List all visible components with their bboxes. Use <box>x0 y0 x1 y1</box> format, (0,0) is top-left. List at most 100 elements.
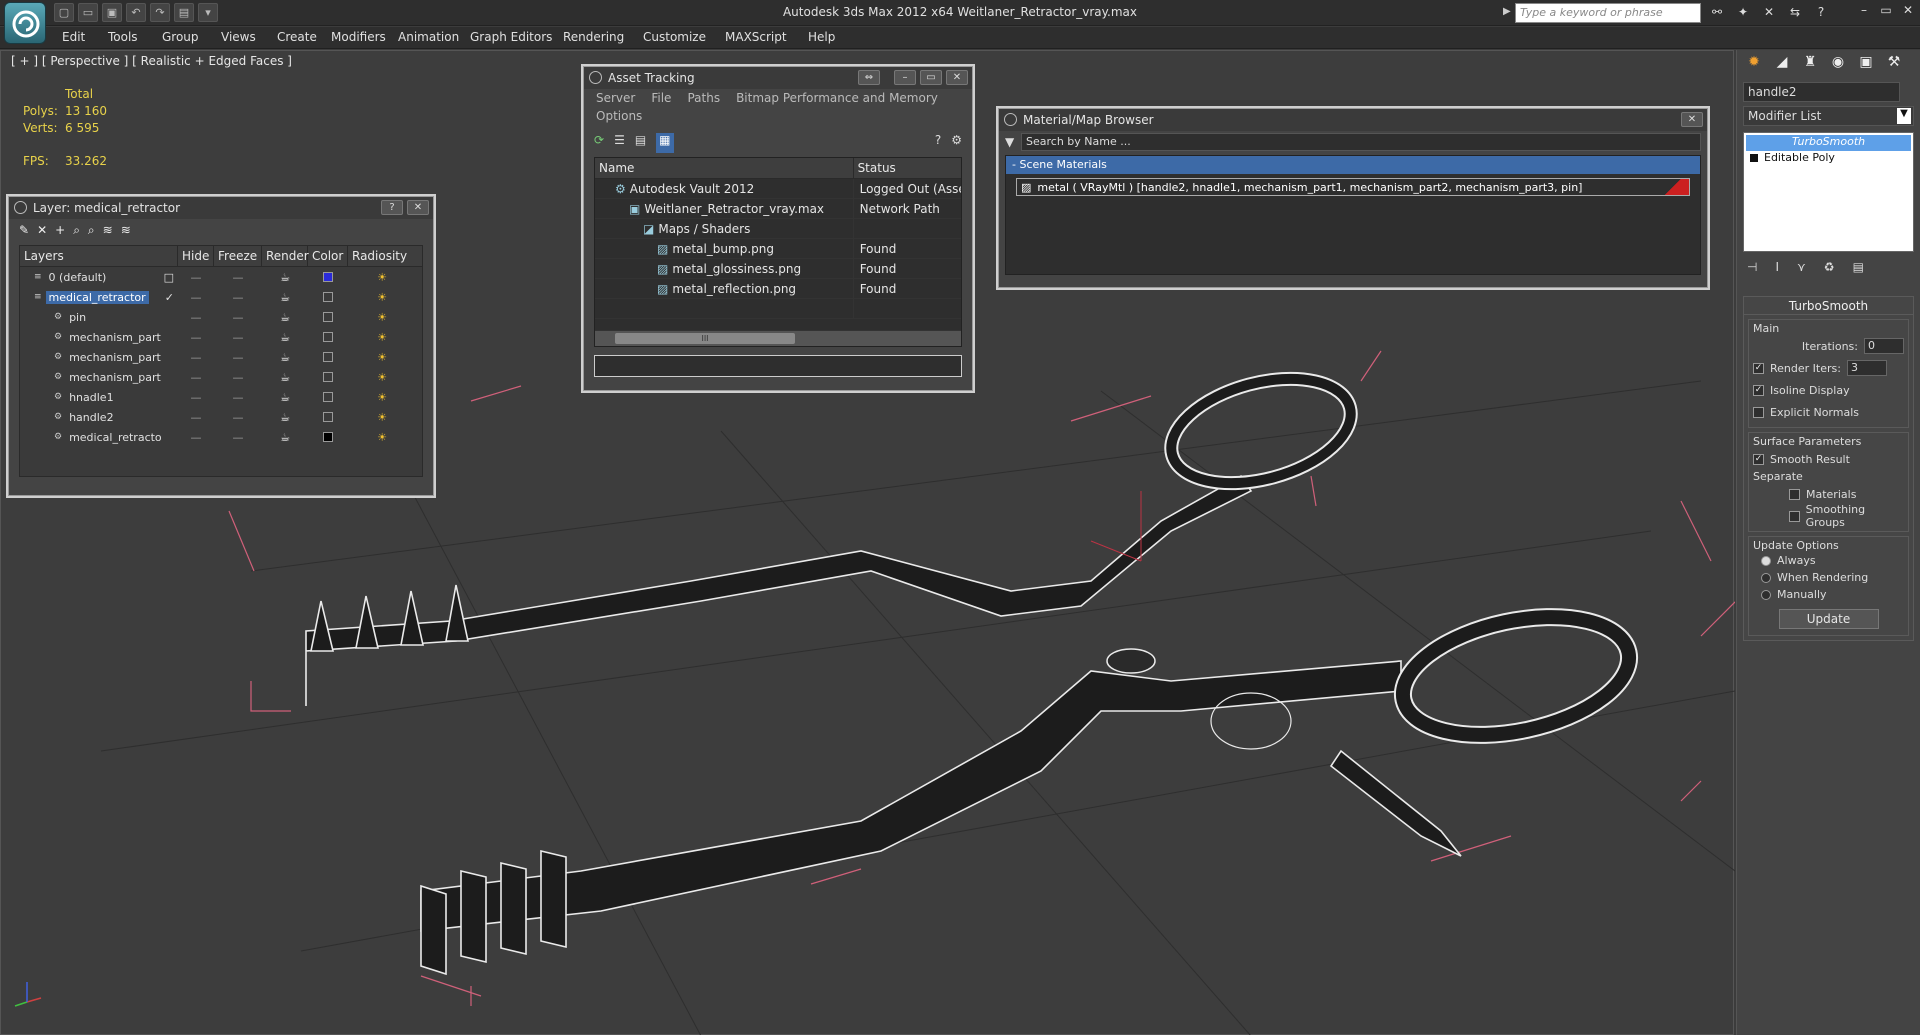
smoothing-groups-checkbox[interactable] <box>1789 510 1800 522</box>
layer-color-cell[interactable] <box>308 432 348 442</box>
search-input[interactable]: Type a keyword or phrase <box>1515 3 1701 23</box>
close-icon[interactable]: ✕ <box>1900 3 1916 19</box>
render-teapot-icon[interactable]: ☕ <box>262 431 308 444</box>
col-color[interactable]: Color <box>308 246 348 266</box>
menu-help[interactable]: Help <box>808 30 835 44</box>
layer-name-cell[interactable]: ⚙ mechanism_part <box>20 331 178 344</box>
asset-restore-icon[interactable]: ⇔ <box>858 70 880 85</box>
menu-maxscript[interactable]: MAXScript <box>725 30 787 44</box>
render-iters-spinner[interactable]: 3 <box>1846 360 1887 376</box>
material-close-icon[interactable]: ✕ <box>1681 112 1703 127</box>
always-radio[interactable] <box>1761 555 1771 566</box>
col-hide[interactable]: Hide <box>178 246 214 266</box>
table-view-icon[interactable]: ▦ <box>656 133 674 153</box>
render-iters-checkbox[interactable]: ✓ <box>1753 362 1764 374</box>
layer-color-swatch[interactable] <box>323 292 333 302</box>
stack-item-turbosmooth[interactable]: TurboSmooth <box>1746 135 1911 151</box>
when-rendering-radio[interactable] <box>1761 572 1771 583</box>
render-teapot-icon[interactable]: ☕ <box>262 271 308 284</box>
menu-edit[interactable]: Edit <box>62 30 85 44</box>
subscription-icon[interactable]: ✦ <box>1732 3 1754 22</box>
help-icon[interactable]: ? <box>1810 3 1832 22</box>
layer-color-swatch[interactable] <box>323 412 333 422</box>
create-layer-icon[interactable]: ✎ <box>19 223 29 241</box>
freeze-all-icon[interactable]: ≋ <box>121 223 131 241</box>
hide-toggle-icon[interactable]: — <box>178 431 214 444</box>
materials-checkbox[interactable] <box>1789 488 1800 500</box>
asset-row[interactable]: ▨ metal_reflection.png Found <box>595 278 961 299</box>
smooth-result-checkbox[interactable]: ✓ <box>1753 453 1764 465</box>
asset-row[interactable]: ▨ metal_bump.png Found <box>595 238 961 259</box>
layer-color-swatch[interactable] <box>323 332 333 342</box>
exchange-icon[interactable]: ⇆ <box>1784 3 1806 22</box>
tools-icon[interactable]: ✕ <box>1758 3 1780 22</box>
freeze-toggle-icon[interactable]: — <box>214 391 262 404</box>
radiosity-sun-icon[interactable]: ☀ <box>348 411 416 424</box>
asset-col-status[interactable]: Status <box>854 158 961 178</box>
render-teapot-icon[interactable]: ☕ <box>262 331 308 344</box>
asset-help-icon[interactable]: ? <box>935 133 941 153</box>
hide-toggle-icon[interactable]: — <box>178 391 214 404</box>
asset-row[interactable] <box>595 298 961 319</box>
layer-row[interactable]: ≡ medical_retractor ✓ — — ☕ ☀ <box>20 287 422 307</box>
modify-tab-icon[interactable]: ◢ <box>1771 54 1793 74</box>
configure-sets-icon[interactable]: ▤ <box>1853 260 1864 278</box>
select-objects-icon[interactable]: ⌕ <box>73 223 80 241</box>
render-teapot-icon[interactable]: ☕ <box>262 371 308 384</box>
layer-color-swatch[interactable] <box>323 432 333 442</box>
asset-menu-file[interactable]: File <box>651 91 671 107</box>
layer-row[interactable]: ≡ 0 (default) □ — — ☕ ☀ <box>20 267 422 287</box>
utilities-tab-icon[interactable]: ⚒ <box>1883 54 1905 74</box>
asset-maximize-icon[interactable]: ▭ <box>920 70 942 85</box>
show-end-result-icon[interactable]: I <box>1775 260 1779 278</box>
layer-row[interactable]: ⚙ mechanism_part — — ☕ ☀ <box>20 327 422 347</box>
layer-color-cell[interactable] <box>308 312 348 322</box>
radiosity-sun-icon[interactable]: ☀ <box>348 311 416 324</box>
freeze-toggle-icon[interactable]: — <box>214 351 262 364</box>
menu-customize[interactable]: Customize <box>643 30 706 44</box>
layer-name-cell[interactable]: ≡ 0 (default) □ <box>20 271 178 284</box>
hide-toggle-icon[interactable]: — <box>178 371 214 384</box>
hierarchy-tab-icon[interactable]: ♜ <box>1799 54 1821 74</box>
freeze-toggle-icon[interactable]: — <box>214 331 262 344</box>
application-button[interactable] <box>4 2 46 44</box>
create-tab-icon[interactable]: ✹ <box>1743 54 1765 74</box>
radiosity-sun-icon[interactable]: ☀ <box>348 391 416 404</box>
update-button[interactable]: Update <box>1778 609 1879 629</box>
hide-toggle-icon[interactable]: — <box>178 271 214 284</box>
asset-menu-options[interactable]: Options <box>584 109 972 129</box>
layer-row[interactable]: ⚙ mechanism_part — — ☕ ☀ <box>20 347 422 367</box>
menu-modifiers[interactable]: Modifiers <box>331 30 386 44</box>
list-view-icon[interactable]: ☰ <box>614 133 625 153</box>
asset-menu-bitmap[interactable]: Bitmap Performance and Memory <box>736 91 938 107</box>
binoculars-icon[interactable]: ⚯ <box>1706 3 1728 22</box>
layer-color-cell[interactable] <box>308 392 348 402</box>
explicit-normals-checkbox[interactable] <box>1753 406 1764 418</box>
menu-views[interactable]: Views <box>221 30 256 44</box>
render-teapot-icon[interactable]: ☕ <box>262 411 308 424</box>
make-unique-icon[interactable]: ⋎ <box>1797 260 1806 278</box>
freeze-toggle-icon[interactable]: — <box>214 371 262 384</box>
radiosity-sun-icon[interactable]: ☀ <box>348 371 416 384</box>
asset-path-field[interactable] <box>594 355 962 377</box>
material-dialog-titlebar[interactable]: Material/Map Browser ✕ <box>999 109 1707 131</box>
layer-color-cell[interactable] <box>308 292 348 302</box>
render-teapot-icon[interactable]: ☕ <box>262 351 308 364</box>
layer-name-cell[interactable]: ⚙ pin <box>20 311 178 324</box>
radiosity-sun-icon[interactable]: ☀ <box>348 431 416 444</box>
asset-menu-paths[interactable]: Paths <box>687 91 720 107</box>
layer-name-cell[interactable]: ⚙ medical_retracto <box>20 431 178 444</box>
layer-dialog-titlebar[interactable]: Layer: medical_retractor ? ✕ <box>9 197 433 219</box>
freeze-toggle-icon[interactable]: — <box>214 431 262 444</box>
freeze-toggle-icon[interactable]: — <box>214 291 262 304</box>
asset-menu-server[interactable]: Server <box>596 91 635 107</box>
radiosity-sun-icon[interactable]: ☀ <box>348 351 416 364</box>
remove-modifier-icon[interactable]: ♻ <box>1824 260 1835 278</box>
asset-row[interactable]: ⚙ Autodesk Vault 2012 Logged Out (Asset <box>595 178 961 199</box>
layer-color-cell[interactable] <box>308 412 348 422</box>
minimize-icon[interactable]: – <box>1856 3 1872 19</box>
menu-graph-editors[interactable]: Graph Editors <box>470 30 552 44</box>
current-layer-check[interactable]: □ <box>164 271 174 284</box>
isoline-checkbox[interactable]: ✓ <box>1753 384 1764 396</box>
search-arrow-icon[interactable]: ▶ <box>1503 6 1511 17</box>
